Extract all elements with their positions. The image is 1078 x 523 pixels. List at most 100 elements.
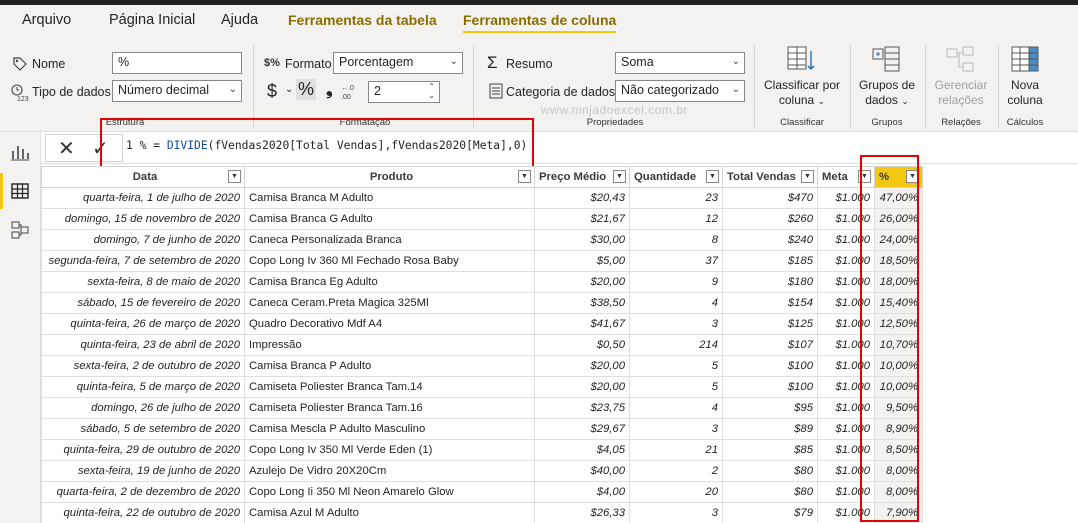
resumo-select[interactable]: Soma ⌄ — [615, 52, 745, 74]
tab-pagina-inicial[interactable]: Página Inicial — [109, 12, 195, 28]
tab-ferramentas-tabela[interactable]: Ferramentas da tabela — [288, 12, 437, 28]
tipo-select[interactable]: Número decimal ⌄ — [112, 80, 242, 102]
report-view-icon[interactable] — [10, 142, 30, 162]
table-cell[interactable]: domingo, 15 de novembro de 2020 — [41, 208, 245, 230]
table-cell[interactable]: $80 — [722, 481, 818, 503]
table-cell[interactable]: Camiseta Poliester Branca Tam.14 — [244, 376, 535, 398]
table-cell[interactable]: 21 — [629, 439, 723, 461]
tab-ferramentas-coluna[interactable]: Ferramentas de coluna — [463, 12, 617, 33]
table-cell[interactable]: domingo, 26 de julho de 2020 — [41, 397, 245, 419]
table-cell[interactable]: $30,00 — [534, 229, 630, 251]
table-cell[interactable]: Camisa Branca M Adulto — [244, 187, 535, 209]
table-cell[interactable]: $5,00 — [534, 250, 630, 272]
table-cell[interactable]: $100 — [722, 355, 818, 377]
table-cell[interactable]: $38,50 — [534, 292, 630, 314]
filter-dropdown-icon[interactable]: ▼ — [706, 170, 719, 183]
table-cell[interactable]: $125 — [722, 313, 818, 335]
currency-button[interactable]: $ — [267, 81, 277, 102]
table-cell[interactable]: Impressão — [244, 334, 535, 356]
table-cell[interactable]: $29,67 — [534, 418, 630, 440]
table-cell[interactable]: $100 — [722, 376, 818, 398]
table-cell[interactable]: $80 — [722, 460, 818, 482]
comma-style-icon[interactable]: ❟ — [326, 80, 333, 100]
column-header[interactable]: Preço Médio ▼ — [534, 166, 630, 188]
table-cell[interactable]: 8 — [629, 229, 723, 251]
table-cell[interactable]: $20,43 — [534, 187, 630, 209]
categoria-select[interactable]: Não categorizado ⌄ — [615, 80, 745, 102]
filter-dropdown-icon[interactable]: ▼ — [613, 170, 626, 183]
table-cell[interactable]: 20 — [629, 481, 723, 503]
table-cell[interactable]: quinta-feira, 29 de outubro de 2020 — [41, 439, 245, 461]
table-cell[interactable]: Quadro Decorativo Mdf A4 — [244, 313, 535, 335]
table-cell[interactable]: 3 — [629, 502, 723, 523]
cancel-formula-icon[interactable]: ✕ — [58, 136, 75, 161]
table-cell[interactable]: Camisa Branca Eg Adulto — [244, 271, 535, 293]
data-view-icon[interactable] — [10, 181, 30, 201]
table-cell[interactable]: $20,00 — [534, 271, 630, 293]
table-cell[interactable]: Copo Long Iv 360 Ml Fechado Rosa Baby — [244, 250, 535, 272]
tab-arquivo[interactable]: Arquivo — [22, 12, 71, 28]
spinner-arrows-icon[interactable]: ⌃ ⌄ — [428, 82, 435, 100]
table-cell[interactable]: $4,00 — [534, 481, 630, 503]
decimal-places-icon[interactable]: ←.0.00 — [341, 82, 361, 100]
nova-coluna-button[interactable]: Nova coluna — [1002, 78, 1048, 108]
table-cell[interactable]: $20,00 — [534, 376, 630, 398]
table-cell[interactable]: segunda-feira, 7 de setembro de 2020 — [41, 250, 245, 272]
table-cell[interactable]: sábado, 5 de setembro de 2020 — [41, 418, 245, 440]
table-cell[interactable]: $85 — [722, 439, 818, 461]
table-cell[interactable]: Copo Long Iv 350 Ml Verde Eden (1) — [244, 439, 535, 461]
nome-input[interactable]: % — [112, 52, 242, 74]
model-view-icon[interactable] — [10, 220, 30, 240]
decimals-spinner[interactable]: 2 ⌃ ⌄ — [368, 81, 440, 103]
table-cell[interactable]: $107 — [722, 334, 818, 356]
table-cell[interactable]: Caneca Personalizada Branca — [244, 229, 535, 251]
table-cell[interactable]: Camisa Mescla P Adulto Masculino — [244, 418, 535, 440]
table-cell[interactable]: Camisa Azul M Adulto — [244, 502, 535, 523]
table-cell[interactable]: $185 — [722, 250, 818, 272]
gerenciar-relacoes-button[interactable]: Gerenciar relações — [930, 78, 992, 108]
table-cell[interactable]: quarta-feira, 1 de julho de 2020 — [41, 187, 245, 209]
column-header[interactable]: Total Vendas ▼ — [722, 166, 818, 188]
table-cell[interactable]: 3 — [629, 418, 723, 440]
table-cell[interactable]: $41,67 — [534, 313, 630, 335]
classificar-por-coluna-button[interactable]: Classificar por coluna ⌄ — [760, 78, 844, 109]
table-cell[interactable]: $40,00 — [534, 460, 630, 482]
table-cell[interactable]: 4 — [629, 397, 723, 419]
percent-button[interactable]: % — [296, 79, 317, 100]
column-header[interactable]: Data ▼ — [41, 166, 245, 188]
chevron-down-icon[interactable]: ⌄ — [285, 84, 293, 95]
table-cell[interactable]: Azulejo De Vidro 20X20Cm — [244, 460, 535, 482]
table-cell[interactable]: 37 — [629, 250, 723, 272]
table-cell[interactable]: Copo Long Ii 350 Ml Neon Amarelo Glow — [244, 481, 535, 503]
table-cell[interactable]: $154 — [722, 292, 818, 314]
table-cell[interactable]: 214 — [629, 334, 723, 356]
table-cell[interactable]: $240 — [722, 229, 818, 251]
grupos-de-dados-button[interactable]: Grupos de dados ⌄ — [853, 78, 921, 109]
filter-dropdown-icon[interactable]: ▼ — [518, 170, 531, 183]
column-header[interactable]: Produto ▼ — [244, 166, 535, 188]
table-cell[interactable]: $89 — [722, 418, 818, 440]
table-cell[interactable]: $180 — [722, 271, 818, 293]
table-cell[interactable]: quinta-feira, 26 de março de 2020 — [41, 313, 245, 335]
table-cell[interactable]: 9 — [629, 271, 723, 293]
table-cell[interactable]: quarta-feira, 2 de dezembro de 2020 — [41, 481, 245, 503]
table-cell[interactable]: $23,75 — [534, 397, 630, 419]
table-cell[interactable]: 4 — [629, 292, 723, 314]
table-cell[interactable]: sábado, 15 de fevereiro de 2020 — [41, 292, 245, 314]
table-cell[interactable]: Caneca Ceram.Preta Magica 325Ml — [244, 292, 535, 314]
table-cell[interactable]: $470 — [722, 187, 818, 209]
table-cell[interactable]: $0,50 — [534, 334, 630, 356]
filter-dropdown-icon[interactable]: ▼ — [228, 170, 241, 183]
table-cell[interactable]: quinta-feira, 22 de outubro de 2020 — [41, 502, 245, 523]
table-cell[interactable]: domingo, 7 de junho de 2020 — [41, 229, 245, 251]
table-cell[interactable]: $20,00 — [534, 355, 630, 377]
table-cell[interactable]: sexta-feira, 19 de junho de 2020 — [41, 460, 245, 482]
filter-dropdown-icon[interactable]: ▼ — [801, 170, 814, 183]
table-cell[interactable]: Camisa Branca P Adulto — [244, 355, 535, 377]
table-cell[interactable]: $21,67 — [534, 208, 630, 230]
table-cell[interactable]: Camisa Branca G Adulto — [244, 208, 535, 230]
table-cell[interactable]: 5 — [629, 376, 723, 398]
table-cell[interactable]: $4,05 — [534, 439, 630, 461]
table-cell[interactable]: $26,33 — [534, 502, 630, 523]
table-cell[interactable]: sexta-feira, 2 de outubro de 2020 — [41, 355, 245, 377]
